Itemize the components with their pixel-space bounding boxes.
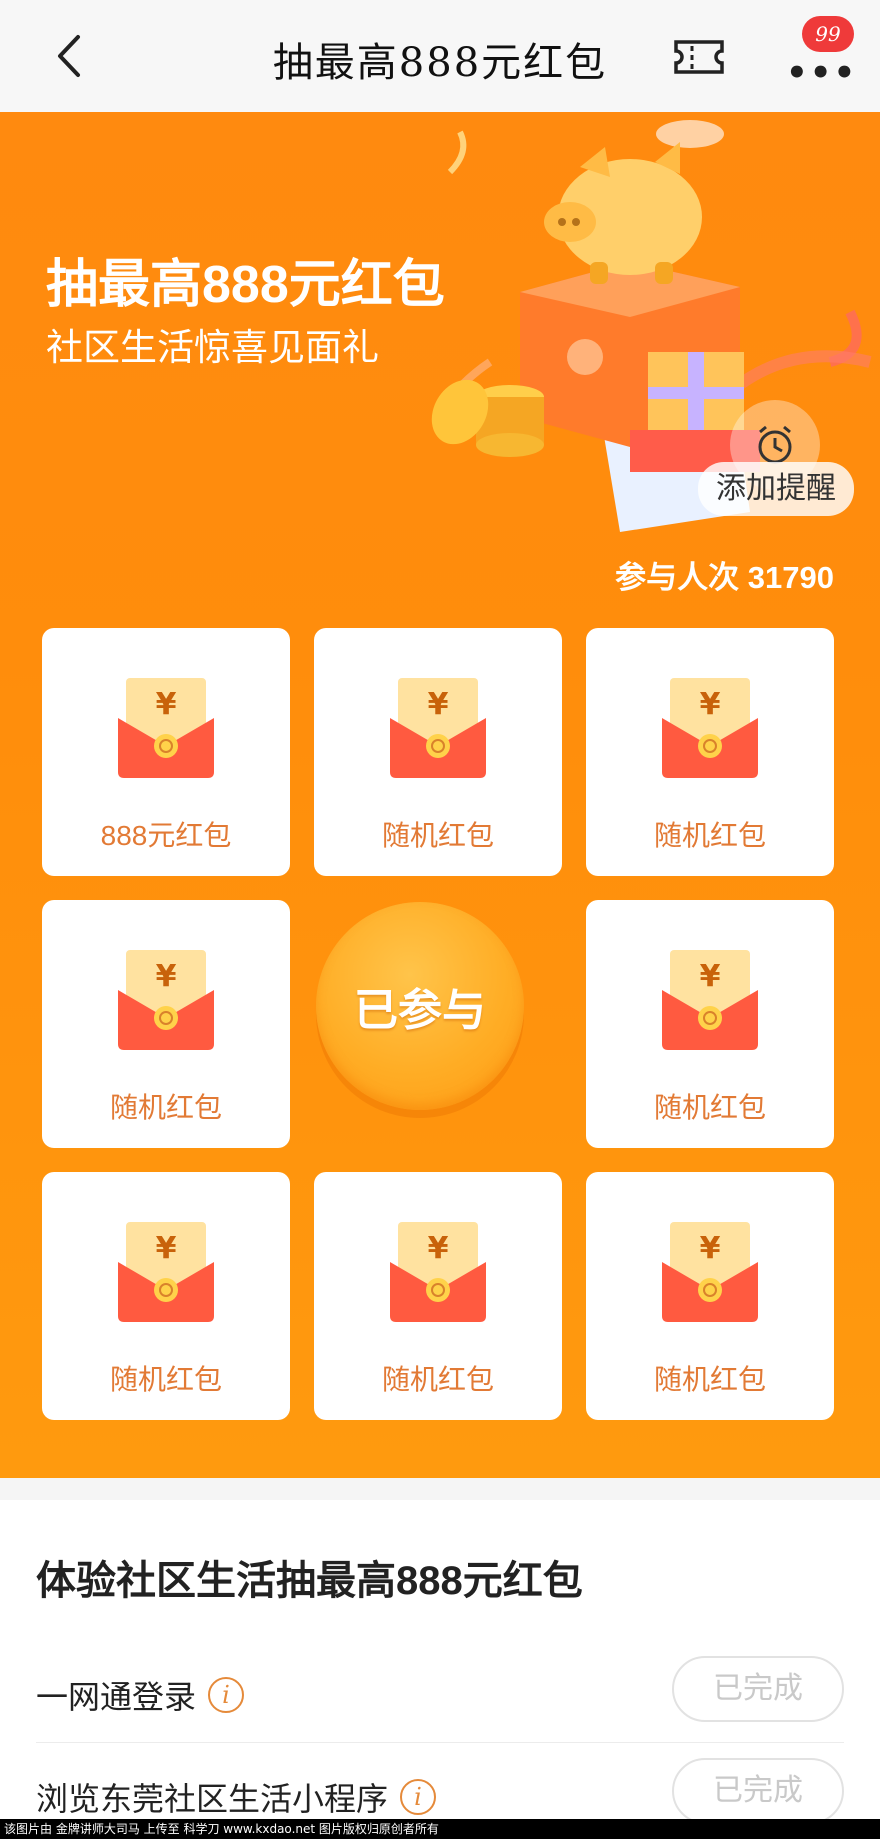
prize-label: 随机红包 [381,1364,494,1395]
back-button[interactable] [44,28,94,84]
red-envelope-icon: ¥ [118,678,214,778]
prize-card-5[interactable]: ¥ 随机红包 [586,900,834,1148]
hero-banner: 抽最高888元红包 社区生活惊喜见面礼 添加提醒 参与人次 31790 ¥ 88… [0,112,880,1478]
svg-text:¥: ¥ [700,1231,721,1266]
prize-label: 随机红包 [109,1364,222,1395]
red-envelope-icon: ¥ [662,950,758,1050]
hero-subtitle: 社区生活惊喜见面礼 [46,327,379,368]
task-row: 一网通登录 i 已完成 [36,1642,844,1742]
task-name: 一网通登录 [36,1679,197,1715]
top-navigation-bar: 抽最高888元红包 ••• 99 [0,0,880,112]
task-status-button[interactable]: 已完成 [672,1656,844,1722]
participated-label: 已参与 [354,986,486,1035]
red-envelope-icon: ¥ [390,678,486,778]
info-icon[interactable]: i [208,1677,245,1713]
prize-card-1[interactable]: ¥ 888元红包 [42,628,290,876]
divider [36,1742,844,1743]
svg-text:¥: ¥ [700,687,721,722]
svg-text:¥: ¥ [428,1231,449,1266]
prize-label: 888元红包 [100,820,232,851]
prize-label: 随机红包 [381,820,494,851]
task-status-button[interactable]: 已完成 [672,1758,844,1824]
task-section: 体验社区生活抽最高888元红包 一网通登录 i 已完成 浏览东莞社区生活小程序 … [0,1500,880,1839]
prize-label: 随机红包 [653,1364,766,1395]
task-section-heading: 体验社区生活抽最高888元红包 [36,1559,583,1603]
red-envelope-icon: ¥ [662,678,758,778]
red-envelope-icon: ¥ [118,1222,214,1322]
hero-title: 抽最高888元红包 [46,256,445,314]
more-dots-icon: ••• [786,53,858,93]
info-icon[interactable]: i [400,1779,437,1815]
red-envelope-icon: ¥ [662,1222,758,1322]
task-name: 浏览东莞社区生活小程序 [36,1781,389,1817]
task-name-wrap: 浏览东莞社区生活小程序 i [36,1774,437,1820]
chevron-left-icon [58,35,80,77]
watermark-bar: 该图片由 金牌讲师大司马 上传至 科学刀 www.kxdao.net 图片版权归… [0,1819,880,1839]
prize-card-6[interactable]: ¥ 随机红包 [42,1172,290,1420]
red-envelope-icon: ¥ [118,950,214,1050]
prize-label: 随机红包 [653,1092,766,1123]
add-reminder-button[interactable]: 添加提醒 [698,400,854,520]
more-button[interactable]: ••• 99 [780,16,855,90]
prize-card-2[interactable]: ¥ 随机红包 [314,628,562,876]
prize-label: 随机红包 [109,1092,222,1123]
participated-button[interactable]: 已参与 [316,902,524,1110]
red-envelope-icon: ¥ [390,1222,486,1322]
prize-card-4[interactable]: ¥ 随机红包 [42,900,290,1148]
participants-count: 参与人次 31790 [615,560,834,595]
notification-badge: 99 [802,16,854,52]
ticket-icon [674,40,724,74]
page-title: 抽最高888元红包 [272,40,608,86]
svg-text:¥: ¥ [156,1231,177,1266]
task-name-wrap: 一网通登录 i [36,1672,245,1718]
prize-card-7[interactable]: ¥ 随机红包 [314,1172,562,1420]
prize-card-3[interactable]: ¥ 随机红包 [586,628,834,876]
svg-text:¥: ¥ [428,687,449,722]
add-reminder-label: 添加提醒 [698,462,854,516]
page: 抽最高888元红包 ••• 99 抽最高888元红包 社区生活惊喜见面礼 添加提… [0,0,880,1839]
ticket-button[interactable] [672,36,726,78]
prize-label: 随机红包 [653,820,766,851]
svg-text:¥: ¥ [156,959,177,994]
svg-text:¥: ¥ [700,959,721,994]
svg-text:¥: ¥ [156,687,177,722]
prize-card-8[interactable]: ¥ 随机红包 [586,1172,834,1420]
